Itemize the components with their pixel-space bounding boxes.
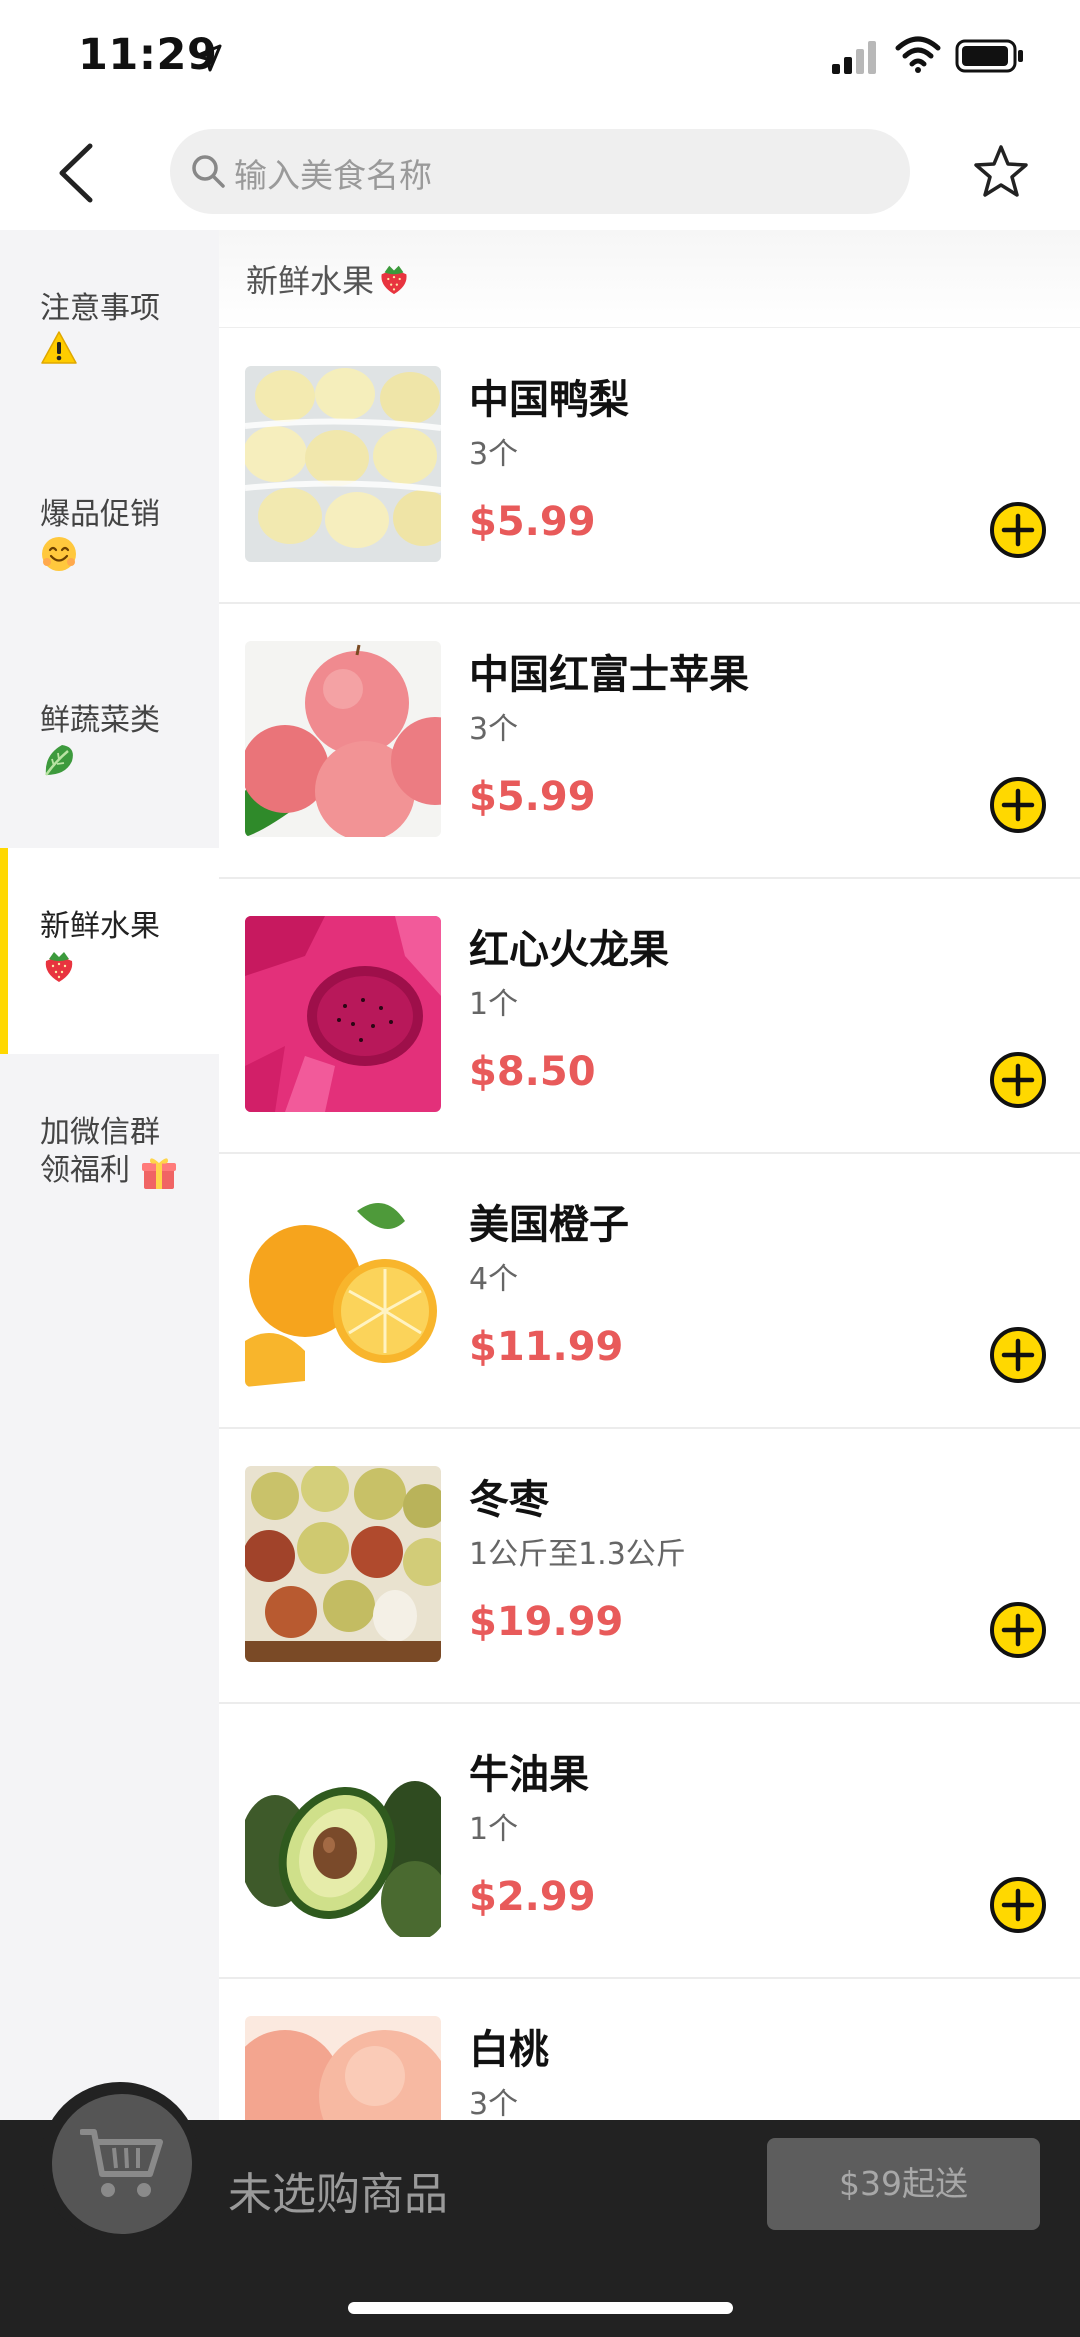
product-quantity: 3个 [469,712,519,747]
product-price: $2.99 [469,1874,596,1920]
app: 11:29 输入美食名称 注意事项 爆品促销 鲜蔬菜类 新鲜水果 加微信群 领福… [0,0,1080,2337]
product-quantity: 1个 [469,987,519,1022]
product-row[interactable]: 美国橙子 4个 $11.99 [219,1154,1080,1429]
product-quantity: 4个 [469,1262,519,1297]
add-to-cart-button[interactable] [989,776,1047,834]
wifi-icon [895,36,941,73]
category-title: 新鲜水果 [246,256,412,302]
sidebar-item-label: 加微信群 [40,1115,160,1150]
sidebar-item-fruits[interactable]: 新鲜水果 [0,848,219,1054]
product-quantity: 1公斤至1.3公斤 [469,1537,686,1572]
product-name: 牛油果 [469,1752,589,1798]
product-image-apples [245,641,441,837]
shopping-cart-icon [80,2129,163,2197]
product-price: $5.99 [469,499,596,545]
leafy-green-icon [44,744,73,776]
search-input[interactable]: 输入美食名称 [170,129,910,214]
sidebar-item-promotions[interactable]: 爆品促销 [0,436,219,642]
product-price: $11.99 [469,1324,624,1370]
product-price: $8.50 [469,1049,596,1095]
category-header: 新鲜水果 [219,230,1080,328]
location-arrow-icon [194,44,222,72]
cart-status: 未选购商品 [228,2169,448,2220]
add-to-cart-button[interactable] [989,501,1047,559]
sidebar-item-label: 注意事项 [40,291,160,326]
sidebar-item-label: 新鲜水果 [40,909,160,944]
sidebar-item-label-line2: 领福利 [40,1153,130,1188]
gift-icon [141,1157,176,1189]
product-image-pears [245,366,441,562]
strawberry-icon [381,265,407,295]
status-bar: 11:29 [0,0,1080,115]
product-name: 红心火龙果 [469,927,669,973]
product-name: 美国橙子 [469,1202,629,1248]
product-quantity: 3个 [469,437,519,472]
product-name: 中国鸭梨 [469,377,629,423]
home-indicator [348,2302,733,2314]
product-price: $5.99 [469,774,596,820]
add-to-cart-button[interactable] [989,1601,1047,1659]
product-image-dragonfruit [245,916,441,1112]
smile-emoji-icon [42,536,76,571]
product-row[interactable]: 冬枣 1公斤至1.3公斤 $19.99 [219,1429,1080,1704]
cellular-signal-icon [832,41,876,74]
product-quantity: 3个 [469,2087,519,2122]
back-button[interactable] [50,140,106,206]
strawberry-icon [45,951,73,982]
product-name: 白桃 [469,2027,549,2073]
sidebar-item-label: 鲜蔬菜类 [40,703,160,738]
product-row[interactable]: 中国红富士苹果 3个 $5.99 [219,604,1080,879]
product-image-jujubes [245,1466,441,1662]
battery-icon [955,39,1023,73]
cart-button[interactable] [52,2094,192,2234]
category-sidebar: 注意事项 爆品促销 鲜蔬菜类 新鲜水果 加微信群 领福利 [0,230,219,2120]
checkout-button[interactable]: $39起送 [767,2138,1040,2230]
product-name: 冬枣 [469,1477,549,1523]
sidebar-item-label: 爆品促销 [40,497,160,532]
favorite-star-button[interactable] [972,143,1030,201]
product-image-avocado [245,1741,441,1937]
sidebar-item-wechat-group[interactable]: 加微信群 领福利 [0,1054,219,1260]
sidebar-item-notice[interactable]: 注意事项 [0,230,219,436]
add-to-cart-button[interactable] [989,1326,1047,1384]
product-row[interactable]: 红心火龙果 1个 $8.50 [219,879,1080,1154]
product-image-oranges [245,1191,441,1387]
warning-icon [41,330,77,364]
product-name: 中国红富士苹果 [469,652,749,698]
search-placeholder: 输入美食名称 [234,156,432,195]
product-row[interactable]: 中国鸭梨 3个 $5.99 [219,329,1080,604]
product-quantity: 1个 [469,1812,519,1847]
add-to-cart-button[interactable] [989,1051,1047,1109]
product-row[interactable]: 牛油果 1个 $2.99 [219,1704,1080,1979]
add-to-cart-button[interactable] [989,1876,1047,1934]
search-icon [192,155,225,188]
category-title-text: 新鲜水果 [246,262,375,300]
product-price: $19.99 [469,1599,624,1645]
sidebar-item-vegetables[interactable]: 鲜蔬菜类 [0,642,219,848]
